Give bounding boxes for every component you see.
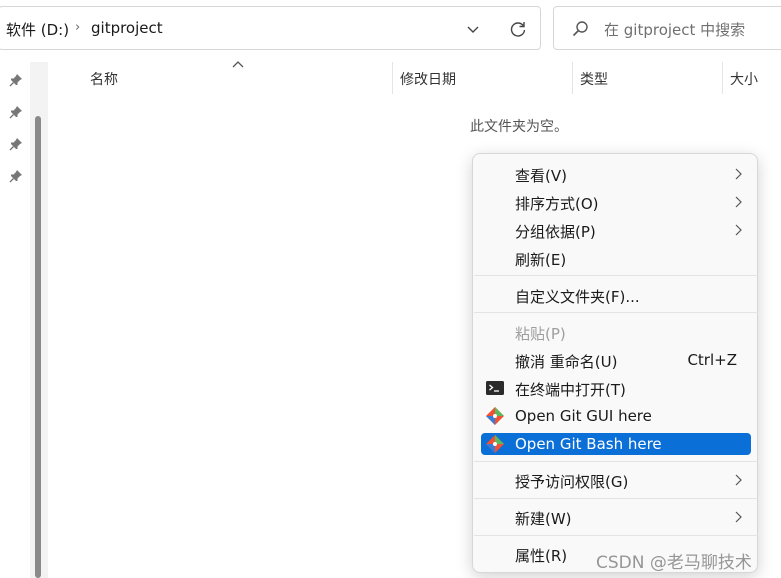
menu-item-open-terminal[interactable]: 在终端中打开(T) bbox=[481, 377, 751, 399]
chevron-right-icon bbox=[735, 511, 742, 523]
column-divider[interactable] bbox=[722, 62, 723, 94]
watermark: CSDN @老马聊技术 bbox=[596, 553, 752, 573]
search-placeholder: 在 gitproject 中搜索 bbox=[604, 21, 746, 39]
menu-item-sort[interactable]: 排序方式(O) bbox=[481, 191, 751, 213]
menu-item-label: 刷新(E) bbox=[515, 251, 567, 269]
menu-item-customize-folder[interactable]: 自定义文件夹(F)... bbox=[481, 284, 751, 306]
menu-item-refresh[interactable]: 刷新(E) bbox=[481, 247, 751, 269]
breadcrumb-separator: › bbox=[75, 20, 81, 35]
breadcrumb-folder[interactable]: gitproject bbox=[91, 19, 163, 37]
file-explorer-window: 软件 (D:) › gitproject 在 gitproject 中搜索 名称… bbox=[0, 0, 781, 578]
menu-separator bbox=[474, 498, 758, 499]
menu-item-label: 查看(V) bbox=[515, 167, 567, 185]
column-header-type[interactable]: 类型 bbox=[580, 69, 608, 89]
address-bar[interactable]: 软件 (D:) › gitproject bbox=[0, 6, 541, 50]
menu-item-group[interactable]: 分组依据(P) bbox=[481, 219, 751, 241]
column-header-modified[interactable]: 修改日期 bbox=[400, 69, 456, 89]
chevron-right-icon bbox=[735, 168, 742, 180]
chevron-right-icon bbox=[735, 224, 742, 236]
pin-icon[interactable] bbox=[9, 73, 23, 87]
empty-folder-message: 此文件夹为空。 bbox=[470, 119, 568, 135]
menu-separator bbox=[474, 535, 758, 536]
menu-item-label: 新建(W) bbox=[515, 510, 572, 528]
column-header-name[interactable]: 名称 bbox=[90, 69, 118, 89]
sort-ascending-icon bbox=[232, 61, 244, 68]
menu-item-open-git-bash[interactable]: Open Git Bash here bbox=[481, 433, 751, 455]
menu-item-label: 排序方式(O) bbox=[515, 195, 599, 213]
menu-separator bbox=[474, 461, 758, 462]
chevron-right-icon bbox=[735, 196, 742, 208]
menu-item-view[interactable]: 查看(V) bbox=[481, 163, 751, 185]
nav-scrollbar-thumb[interactable] bbox=[35, 116, 41, 578]
column-header-size[interactable]: 大小 bbox=[730, 69, 758, 89]
menu-separator bbox=[474, 312, 758, 313]
pin-icon[interactable] bbox=[9, 105, 23, 119]
git-bash-icon bbox=[486, 435, 504, 453]
menu-item-shortcut: Ctrl+Z bbox=[687, 351, 737, 369]
menu-separator bbox=[474, 275, 758, 276]
menu-item-undo-rename[interactable]: 撤消 重命名(U) Ctrl+Z bbox=[481, 349, 751, 371]
menu-item-new[interactable]: 新建(W) bbox=[481, 506, 751, 528]
column-divider[interactable] bbox=[392, 62, 393, 94]
menu-item-label: 粘贴(P) bbox=[515, 325, 566, 343]
menu-item-paste: 粘贴(P) bbox=[481, 321, 751, 343]
breadcrumb-drive[interactable]: 软件 (D:) bbox=[6, 19, 69, 40]
chevron-right-icon bbox=[735, 474, 742, 486]
menu-item-label: Open Git Bash here bbox=[515, 435, 662, 453]
column-divider[interactable] bbox=[572, 62, 573, 94]
pin-icon[interactable] bbox=[9, 169, 23, 183]
git-gui-icon bbox=[486, 407, 504, 425]
terminal-icon bbox=[486, 381, 504, 395]
menu-item-label: 在终端中打开(T) bbox=[515, 381, 626, 399]
search-icon bbox=[572, 21, 588, 37]
menu-item-open-git-gui[interactable]: Open Git GUI here bbox=[481, 405, 751, 427]
chevron-down-icon[interactable] bbox=[465, 21, 481, 37]
menu-item-label: 自定义文件夹(F)... bbox=[515, 288, 640, 306]
refresh-icon[interactable] bbox=[508, 19, 528, 39]
menu-item-label: 属性(R) bbox=[515, 547, 568, 565]
menu-item-label: 撤消 重命名(U) bbox=[515, 353, 618, 371]
pin-icon[interactable] bbox=[9, 137, 23, 151]
menu-item-label: Open Git GUI here bbox=[515, 407, 652, 425]
menu-item-label: 分组依据(P) bbox=[515, 223, 596, 241]
search-box[interactable]: 在 gitproject 中搜索 bbox=[553, 6, 781, 50]
menu-item-label: 授予访问权限(G) bbox=[515, 473, 629, 491]
context-menu: 查看(V) 排序方式(O) 分组依据(P) 刷新(E) 自定义文件夹(F)...… bbox=[472, 153, 758, 573]
menu-item-grant-access[interactable]: 授予访问权限(G) bbox=[481, 469, 751, 491]
